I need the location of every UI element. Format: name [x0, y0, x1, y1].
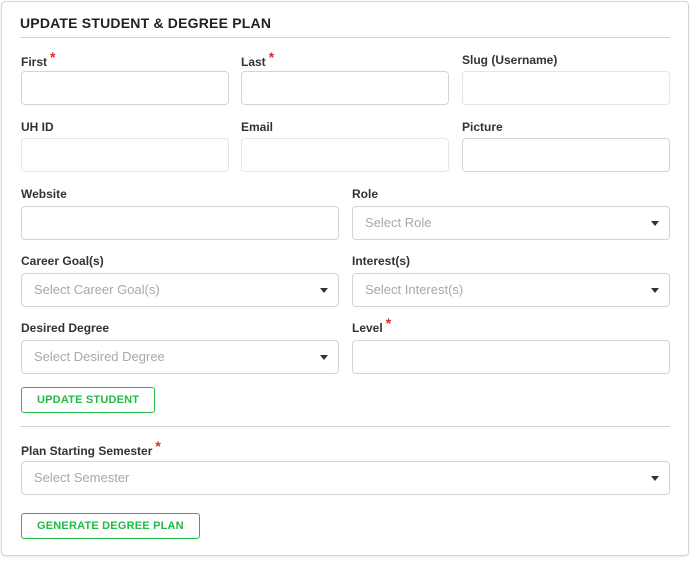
career-goals-label: Career Goal(s) — [21, 254, 104, 268]
role-placeholder: Select Role — [365, 215, 432, 230]
email-input[interactable] — [241, 138, 449, 172]
career-goals-select[interactable]: Select Career Goal(s) — [21, 273, 339, 307]
dropdown-caret-icon — [651, 221, 659, 226]
picture-input[interactable] — [462, 138, 670, 172]
first-name-label-text: First — [21, 55, 48, 69]
website-label: Website — [21, 187, 67, 201]
interests-placeholder: Select Interest(s) — [365, 282, 464, 297]
plan-semester-select[interactable]: Select Semester — [21, 461, 670, 495]
required-marker: * — [50, 49, 56, 65]
form-title: UPDATE STUDENT & DEGREE PLAN — [20, 15, 272, 31]
dropdown-caret-icon — [651, 288, 659, 293]
plan-semester-placeholder: Select Semester — [34, 470, 130, 485]
website-input[interactable] — [21, 206, 339, 240]
role-label: Role — [352, 187, 379, 201]
career-goals-placeholder: Select Career Goal(s) — [34, 282, 160, 297]
desired-degree-label: Desired Degree — [21, 321, 110, 335]
plan-semester-label-text: Plan Starting Semester — [21, 444, 153, 458]
dropdown-caret-icon — [320, 288, 328, 293]
email-label: Email — [241, 120, 274, 134]
first-name-label: First * — [21, 49, 55, 69]
role-select[interactable]: Select Role — [352, 206, 670, 240]
interests-select[interactable]: Select Interest(s) — [352, 273, 670, 307]
dropdown-caret-icon — [651, 476, 659, 481]
level-input[interactable] — [352, 340, 670, 374]
level-label-text: Level — [352, 321, 383, 335]
picture-label: Picture — [462, 120, 503, 134]
interests-label: Interest(s) — [352, 254, 411, 268]
uh-id-label: UH ID — [21, 120, 54, 134]
dropdown-caret-icon — [320, 355, 328, 360]
plan-semester-label: Plan Starting Semester * — [21, 438, 161, 458]
section-divider — [20, 426, 670, 427]
generate-degree-plan-button[interactable]: GENERATE DEGREE PLAN — [21, 513, 200, 539]
desired-degree-placeholder: Select Desired Degree — [34, 349, 165, 364]
first-name-input[interactable] — [21, 71, 229, 105]
slug-input[interactable] — [462, 71, 670, 105]
desired-degree-select[interactable]: Select Desired Degree — [21, 340, 339, 374]
uh-id-input[interactable] — [21, 138, 229, 172]
last-name-input[interactable] — [241, 71, 449, 105]
required-marker: * — [155, 438, 161, 454]
level-label: Level * — [352, 315, 391, 335]
required-marker: * — [385, 315, 392, 331]
last-name-label-text: Last — [241, 55, 266, 69]
required-marker: * — [268, 49, 275, 65]
update-student-button[interactable]: UPDATE STUDENT — [21, 387, 156, 413]
title-divider — [20, 37, 670, 38]
slug-label: Slug (Username) — [462, 53, 558, 67]
last-name-label: Last * — [241, 49, 274, 69]
